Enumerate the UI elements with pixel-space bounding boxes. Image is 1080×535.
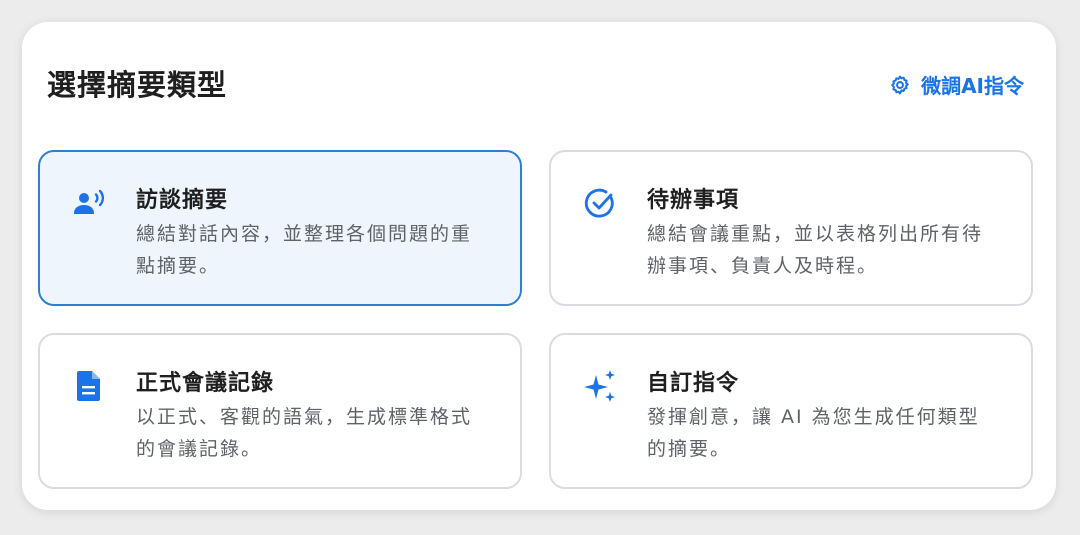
sparkle-icon bbox=[583, 369, 617, 403]
card-title: 正式會議記錄 bbox=[136, 371, 275, 396]
tune-ai-prompt-link[interactable]: 微調AI指令 bbox=[889, 70, 1024, 99]
card-title: 訪談摘要 bbox=[136, 188, 229, 213]
summary-type-panel: 選擇摘要類型 微調AI指令 訪談摘要 總結對話內容，並整理各個問題的重點摘要。 bbox=[22, 22, 1056, 510]
card-custom-prompt[interactable]: 自訂指令 發揮創意，讓 AI 為您生成任何類型的摘要。 bbox=[549, 333, 1033, 489]
card-description: 總結對話內容，並整理各個問題的重點摘要。 bbox=[136, 223, 473, 277]
card-description: 總結會議重點，並以表格列出所有待辦事項、負責人及時程。 bbox=[647, 223, 984, 277]
document-icon bbox=[72, 369, 106, 403]
card-description: 以正式、客觀的語氣，生成標準格式的會議記錄。 bbox=[136, 406, 473, 460]
tune-ai-prompt-label: 微調AI指令 bbox=[921, 74, 1024, 98]
card-interview-summary[interactable]: 訪談摘要 總結對話內容，並整理各個問題的重點摘要。 bbox=[38, 150, 522, 306]
person-voice-icon bbox=[72, 186, 106, 220]
card-action-items[interactable]: 待辦事項 總結會議重點，並以表格列出所有待辦事項、負責人及時程。 bbox=[549, 150, 1033, 306]
page-title: 選擇摘要類型 bbox=[47, 68, 228, 102]
check-circle-icon bbox=[583, 186, 617, 220]
card-formal-minutes[interactable]: 正式會議記錄 以正式、客觀的語氣，生成標準格式的會議記錄。 bbox=[38, 333, 522, 489]
gear-icon bbox=[889, 74, 911, 96]
card-title: 待辦事項 bbox=[647, 188, 740, 213]
card-title: 自訂指令 bbox=[647, 371, 740, 396]
card-description: 發揮創意，讓 AI 為您生成任何類型的摘要。 bbox=[647, 406, 980, 460]
